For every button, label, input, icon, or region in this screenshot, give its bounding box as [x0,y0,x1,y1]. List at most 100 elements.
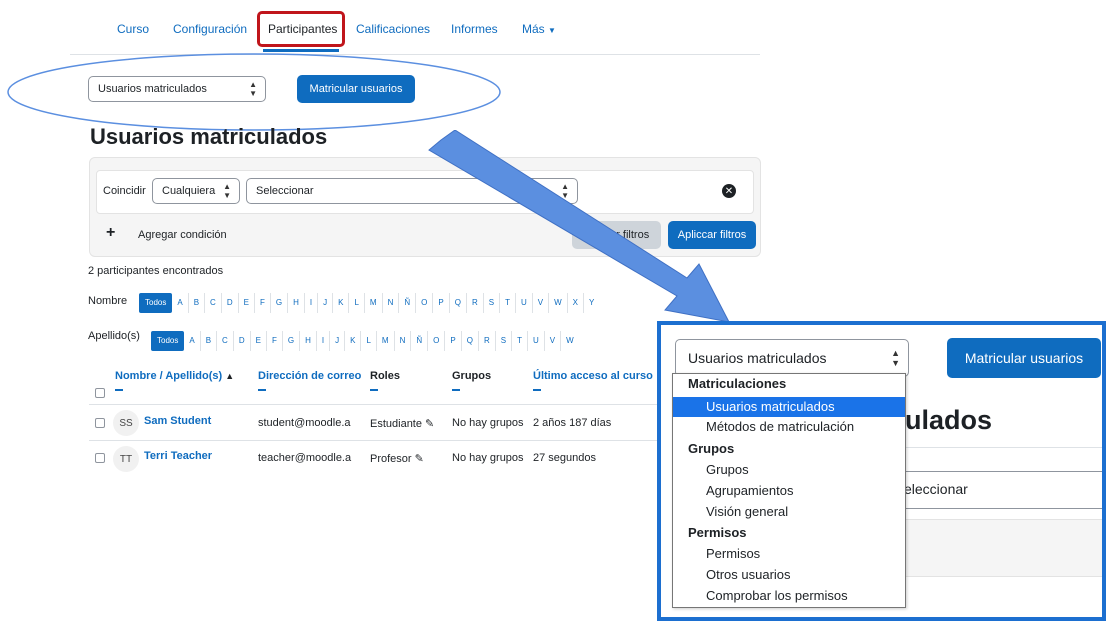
lastname-initials-bar: Todos ABCDEFGHIJKLMNÑOPQRSTUVW [151,331,579,351]
dropdown-option[interactable]: Comprobar los permisos [706,588,848,603]
initial-o[interactable]: O [415,293,432,313]
match-value: Cualquiera [162,185,216,197]
header-name[interactable]: Nombre / Apellido(s) ▲ [115,370,234,382]
initial-k[interactable]: K [332,293,348,313]
select-value: Usuarios matriculados [688,350,827,366]
header-email[interactable]: Dirección de correo [258,370,361,382]
zoom-enrol-users-button[interactable]: Matricular usuarios [947,338,1101,378]
initial-n[interactable]: N [393,331,411,351]
row-checkbox[interactable] [95,453,105,463]
match-select[interactable]: Cualquiera ▲ ▼ [152,178,240,204]
divider [897,447,1102,448]
initial-all[interactable]: Todos [151,331,185,351]
dropdown-option[interactable]: Grupos [706,462,749,477]
initial-a[interactable]: A [184,331,199,351]
dropdown-option[interactable]: Otros usuarios [706,567,791,582]
zoom-page-select[interactable]: Usuarios matriculados ▲ ▼ [675,339,909,377]
initial-h[interactable]: H [287,293,304,313]
row-checkbox[interactable] [95,418,105,428]
nav-informes[interactable]: Informes [451,22,498,36]
initial-u[interactable]: U [526,331,544,351]
initial-m[interactable]: M [375,331,394,351]
initial-all[interactable]: Todos [139,293,173,313]
initial-x[interactable]: X [566,293,583,313]
pencil-icon[interactable]: ✎ [425,418,434,430]
hide-column-icon[interactable] [533,389,541,391]
initial-a[interactable]: A [172,293,187,313]
pencil-icon[interactable]: ✎ [415,453,424,465]
select-all-checkbox[interactable] [95,388,105,398]
initial-j[interactable]: J [329,331,344,351]
initial-j[interactable]: J [317,293,332,313]
hide-column-icon[interactable] [370,389,378,391]
initial-i[interactable]: I [303,293,317,313]
user-name-link[interactable]: Sam Student [144,415,211,427]
initial-f[interactable]: F [253,293,270,313]
initial-g[interactable]: G [269,293,287,313]
initial-q[interactable]: Q [460,331,478,351]
dropdown-option[interactable]: Permisos [706,546,760,561]
initial-y[interactable]: Y [582,293,599,313]
dropdown-option[interactable]: Visión general [706,504,788,519]
initial-s[interactable]: S [482,293,499,313]
initial-s[interactable]: S [494,331,511,351]
user-name-link[interactable]: Terri Teacher [144,450,212,462]
zoom-filter-panel [897,519,1102,577]
initial-h[interactable]: H [299,331,316,351]
dropdown-option[interactable]: Agrupamientos [706,483,793,498]
initial-p[interactable]: P [432,293,448,313]
initial-p[interactable]: P [444,331,460,351]
dropdown-option[interactable]: Métodos de matriculación [706,419,854,434]
dropdown-group-label: Grupos [688,441,735,456]
initial-d[interactable]: D [232,331,250,351]
lastname-initials-label: Apellido(s) [88,330,140,342]
initial-n[interactable]: N [381,293,399,313]
initial-e[interactable]: E [237,293,254,313]
initial-t[interactable]: T [511,331,527,351]
nav-mas[interactable]: Más ▼ [522,22,556,36]
initial-w[interactable]: W [560,331,579,351]
initial-b[interactable]: B [187,293,204,313]
nav-calificaciones[interactable]: Calificaciones [356,22,430,36]
plus-icon[interactable]: + [106,224,115,242]
initial-w[interactable]: W [548,293,567,313]
nav-curso[interactable]: Curso [117,22,149,36]
initial-m[interactable]: M [363,293,382,313]
nav-configuracion[interactable]: Configuración [173,22,247,36]
initial-i[interactable]: I [315,331,329,351]
user-role: Profesor ✎ [370,452,424,465]
initial-b[interactable]: B [199,331,216,351]
initial-ñ[interactable]: Ñ [410,331,427,351]
highlight-box [257,11,345,47]
dropdown-option-selected[interactable]: Usuarios matriculados [673,397,905,417]
initial-d[interactable]: D [220,293,238,313]
initial-u[interactable]: U [514,293,532,313]
initial-ñ[interactable]: Ñ [398,293,415,313]
hide-column-icon[interactable] [258,389,266,391]
initial-g[interactable]: G [281,331,299,351]
select-caret-icon: ▲ ▼ [223,182,231,200]
initial-c[interactable]: C [204,293,221,313]
initial-f[interactable]: F [265,331,282,351]
role-label: Estudiante [370,418,422,430]
initial-v[interactable]: V [543,331,560,351]
initial-l[interactable]: L [360,331,375,351]
initial-k[interactable]: K [344,331,360,351]
hide-column-icon[interactable] [452,389,460,391]
initial-c[interactable]: C [216,331,233,351]
initial-l[interactable]: L [348,293,363,313]
header-roles: Roles [370,370,400,382]
initial-e[interactable]: E [249,331,266,351]
initial-t[interactable]: T [499,293,515,313]
row-divider [89,440,659,441]
header-last-access[interactable]: Último acceso al curso [533,370,653,382]
initial-r[interactable]: R [465,293,483,313]
add-condition-link[interactable]: Agregar condición [138,229,227,241]
initial-r[interactable]: R [477,331,495,351]
initial-o[interactable]: O [427,331,444,351]
hide-column-icon[interactable] [115,389,123,391]
user-email: teacher@moodle.a [258,452,352,464]
initial-v[interactable]: V [531,293,548,313]
user-email: student@moodle.a [258,417,351,429]
initial-q[interactable]: Q [448,293,466,313]
